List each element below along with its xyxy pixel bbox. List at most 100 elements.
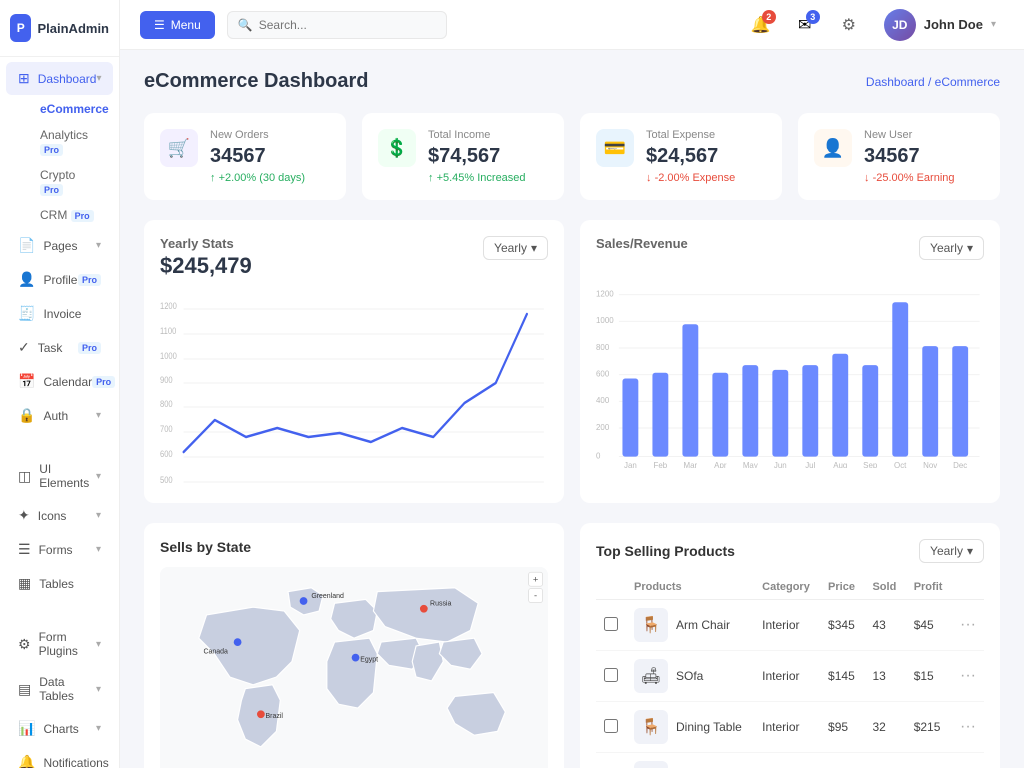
sales-dropdown[interactable]: Yearly ▾ bbox=[919, 236, 984, 260]
svg-text:+: + bbox=[533, 574, 538, 584]
sidebar-item-analytics[interactable]: Analytics Pro bbox=[6, 122, 113, 162]
crm-badge: Pro bbox=[71, 210, 94, 222]
stat-card-orders: 🛒 New Orders 34567 ↑ +2.00% (30 days) bbox=[144, 113, 346, 200]
product-price: $145 bbox=[820, 651, 864, 702]
product-profit: $45 bbox=[906, 600, 952, 651]
svg-text:1200: 1200 bbox=[596, 289, 614, 298]
sidebar-item-label: Dashboard bbox=[38, 72, 97, 86]
sidebar-item-notifications[interactable]: 🔔 Notifications bbox=[6, 746, 113, 768]
menu-button[interactable]: ☰ Menu bbox=[140, 11, 215, 39]
sidebar-logo: P PlainAdmin bbox=[0, 0, 119, 57]
chart-header: Yearly Stats $245,479 Yearly ▾ bbox=[160, 236, 548, 279]
row-actions-button[interactable]: ··· bbox=[960, 718, 976, 736]
map-title: Sells by State bbox=[160, 539, 548, 555]
chevron-down-icon: ▾ bbox=[96, 240, 101, 251]
svg-text:Egypt: Egypt bbox=[360, 656, 378, 663]
user-menu[interactable]: JD John Doe ▾ bbox=[876, 5, 1004, 45]
chevron-down-icon: ▾ bbox=[96, 639, 101, 650]
svg-text:800: 800 bbox=[160, 398, 173, 409]
users-icon: 👤 bbox=[814, 129, 852, 167]
sidebar-item-dashboard[interactable]: ⊞ Dashboard ▾ bbox=[6, 62, 113, 95]
svg-text:400: 400 bbox=[596, 396, 610, 405]
row-checkbox[interactable] bbox=[604, 719, 618, 733]
notification-button[interactable]: 🔔 2 bbox=[744, 8, 778, 42]
svg-text:Russia: Russia bbox=[430, 601, 451, 608]
yearly-stats-card: Yearly Stats $245,479 Yearly ▾ 500 600 7… bbox=[144, 220, 564, 503]
email-button[interactable]: ✉ 3 bbox=[788, 8, 822, 42]
product-thumb: 🪑 bbox=[634, 608, 668, 642]
sidebar-item-label: Calendar bbox=[43, 375, 92, 389]
stat-label: Total Expense bbox=[646, 129, 735, 141]
sidebar-item-forms[interactable]: ☰ Forms ▾ bbox=[6, 533, 113, 566]
table-row: 🪑 Arm Chair Interior $345 43 $45 ··· bbox=[596, 600, 984, 651]
stat-card-expense: 💳 Total Expense $24,567 ↓ -2.00% Expense bbox=[580, 113, 782, 200]
email-badge: 3 bbox=[806, 10, 820, 24]
sidebar-item-profile[interactable]: 👤 Profile Pro bbox=[6, 263, 113, 296]
svg-text:Sep: Sep bbox=[863, 461, 877, 468]
svg-text:200: 200 bbox=[596, 423, 610, 432]
product-price: $105 bbox=[820, 753, 864, 768]
sidebar-item-ui-elements[interactable]: ◫ UI Elements ▾ bbox=[6, 454, 113, 498]
sidebar-item-label: Profile bbox=[43, 273, 77, 287]
sidebar-item-data-tables[interactable]: ▤ Data Tables ▾ bbox=[6, 667, 113, 711]
sidebar-item-charts[interactable]: 📊 Charts ▾ bbox=[6, 712, 113, 745]
row-checkbox[interactable] bbox=[604, 668, 618, 682]
sidebar-item-task[interactable]: ✓ Task Pro bbox=[6, 331, 113, 364]
svg-text:Greenland: Greenland bbox=[311, 593, 344, 600]
yearly-stats-dropdown[interactable]: Yearly ▾ bbox=[483, 236, 548, 260]
product-profit: $215 bbox=[906, 702, 952, 753]
logo-text: PlainAdmin bbox=[37, 21, 109, 36]
sidebar-item-icons[interactable]: ✦ Icons ▾ bbox=[6, 499, 113, 532]
search-input[interactable] bbox=[259, 18, 436, 32]
chart-header: Sales/Revenue Yearly ▾ bbox=[596, 236, 984, 260]
tables-icon: ▦ bbox=[18, 575, 31, 592]
table-row: 🛋 SOfa Interior $145 13 $15 ··· bbox=[596, 651, 984, 702]
bar-chart: 0 200 400 600 800 1000 1200 bbox=[596, 268, 984, 468]
products-table: Products Category Price Sold Profit 🪑 bbox=[596, 575, 984, 768]
svg-text:Mar: Mar bbox=[684, 461, 698, 468]
sidebar-item-ecommerce[interactable]: eCommerce bbox=[6, 96, 113, 122]
sales-revenue-card: Sales/Revenue Yearly ▾ 0 200 400 600 800 bbox=[580, 220, 1000, 503]
dashboard-icon: ⊞ bbox=[18, 70, 30, 87]
chevron-down-icon: ▾ bbox=[96, 471, 101, 482]
row-actions-button[interactable]: ··· bbox=[960, 667, 976, 685]
filter-button[interactable]: ⚙ bbox=[832, 8, 866, 42]
row-actions-button[interactable]: ··· bbox=[960, 616, 976, 634]
sidebar-item-tables[interactable]: ▦ Tables bbox=[6, 567, 113, 600]
sidebar-item-label: Auth bbox=[43, 409, 68, 423]
col-profit: Profit bbox=[906, 575, 952, 600]
sidebar-item-label: Notifications bbox=[43, 756, 108, 768]
row-checkbox[interactable] bbox=[604, 617, 618, 631]
sidebar-item-crm[interactable]: CRM Pro bbox=[6, 202, 113, 228]
chevron-down-icon: ▾ bbox=[96, 410, 101, 421]
stat-card-users: 👤 New User 34567 ↓ -25.00% Earning bbox=[798, 113, 1000, 200]
sidebar-item-invoice[interactable]: 🧾 Invoice bbox=[6, 297, 113, 330]
stat-change: ↓ -25.00% Earning bbox=[864, 172, 955, 184]
svg-text:-: - bbox=[534, 591, 537, 601]
calendar-icon: 📅 bbox=[18, 373, 35, 390]
products-dropdown[interactable]: Yearly ▾ bbox=[919, 539, 984, 563]
sidebar-item-label: UI Elements bbox=[39, 462, 96, 490]
auth-icon: 🔒 bbox=[18, 407, 35, 424]
sidebar-item-pages[interactable]: 📄 Pages ▾ bbox=[6, 229, 113, 262]
stat-info: New User 34567 ↓ -25.00% Earning bbox=[864, 129, 955, 184]
stat-cards: 🛒 New Orders 34567 ↑ +2.00% (30 days) 💲 … bbox=[144, 113, 1000, 200]
product-category: Interior bbox=[754, 600, 820, 651]
chevron-down-icon: ▾ bbox=[967, 544, 973, 558]
sidebar-item-auth[interactable]: 🔒 Auth ▾ bbox=[6, 399, 113, 432]
sidebar-item-crypto[interactable]: Crypto Pro bbox=[6, 162, 113, 202]
product-price: $95 bbox=[820, 702, 864, 753]
sidebar-item-form-plugins[interactable]: ⚙ Form Plugins ▾ bbox=[6, 622, 113, 666]
sidebar-item-label: Tables bbox=[39, 577, 74, 591]
chart-title-area: Yearly Stats $245,479 bbox=[160, 236, 252, 279]
svg-text:Jan: Jan bbox=[624, 461, 637, 468]
stat-card-income: 💲 Total Income $74,567 ↑ +5.45% Increase… bbox=[362, 113, 564, 200]
svg-text:600: 600 bbox=[160, 448, 173, 459]
invoice-icon: 🧾 bbox=[18, 305, 35, 322]
product-category: Interior bbox=[754, 753, 820, 768]
stat-value: $24,567 bbox=[646, 145, 735, 168]
analytics-badge: Pro bbox=[40, 144, 63, 156]
sidebar-item-calendar[interactable]: 📅 Calendar Pro bbox=[6, 365, 113, 398]
charts-icon: 📊 bbox=[18, 720, 35, 737]
income-icon: 💲 bbox=[378, 129, 416, 167]
